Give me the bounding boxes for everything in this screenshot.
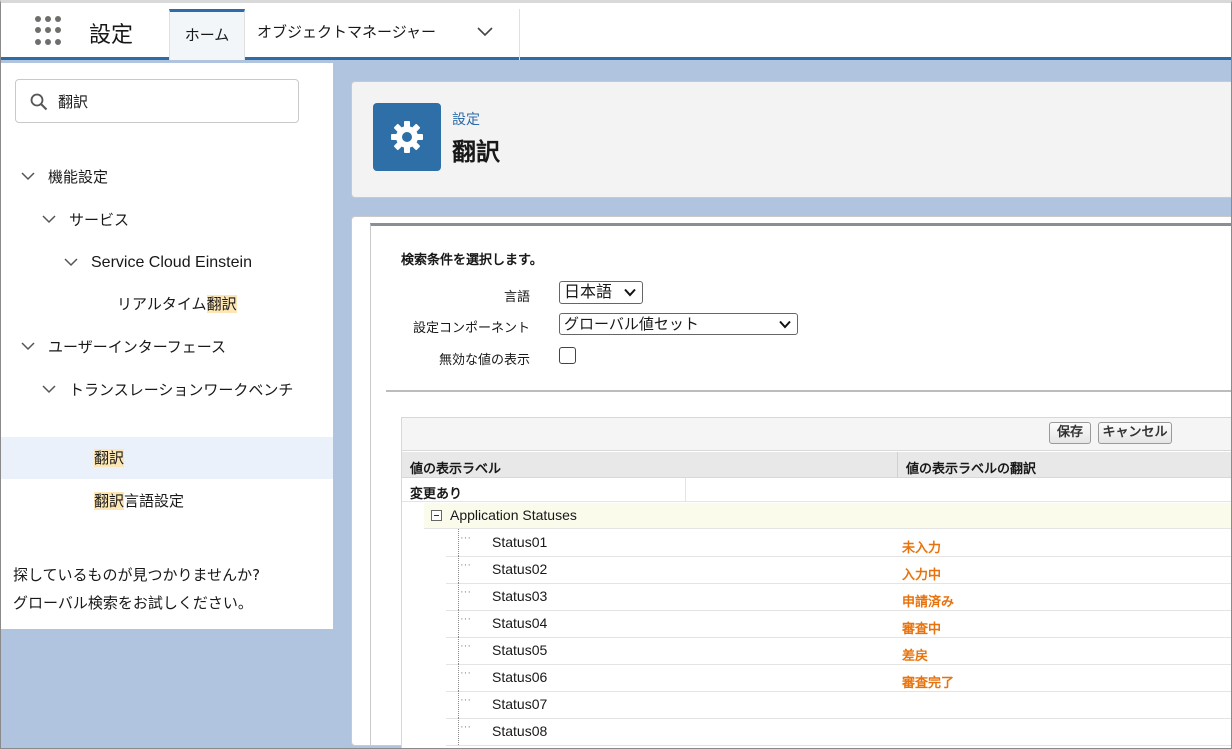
tree-item-translation-workbench[interactable]: トランスレーションワークベンチ [1,380,333,428]
tree-item-feature-settings[interactable]: 機能設定 [1,167,333,193]
changed-filter-row: 変更あり [402,478,1231,502]
translation-panel: 検索条件を選択します。 言語 日本語 設定コンポーネント グローバル値セット 無… [351,216,1231,748]
tree-item-translation-language-settings[interactable]: 翻訳言語設定 [1,491,333,517]
value-label: Status06 [492,669,548,685]
tree-item-label: サービス [69,211,130,229]
translation-value[interactable]: 未入力 [902,537,941,556]
tree-item-label: 翻訳言語設定 [94,492,185,510]
table-row[interactable]: ··· Status05 差戻 [446,637,1231,665]
search-icon [30,93,48,111]
value-label: Status05 [492,642,548,658]
inactive-values-label: 無効な値の表示 [438,353,530,368]
tab-object-manager-label: オブジェクトマネージャー [257,23,436,41]
quick-find-box[interactable] [15,79,299,123]
table-row[interactable]: ··· Status06 審査完了 [446,664,1231,692]
tree-item-label: リアルタイム翻訳 [117,295,237,313]
translation-value[interactable]: 差戻 [902,645,928,664]
tree-item-translate[interactable]: 翻訳 [1,437,333,479]
translation-value[interactable]: 入力中 [902,564,941,583]
chevron-down-icon[interactable] [64,257,78,267]
tree-item-label: ユーザーインターフェース [48,338,227,356]
no-results-hint: 探しているものが見つかりませんか? グローバル検索をお試しください。 [13,566,261,612]
search-highlight: 翻訳 [94,492,125,510]
chevron-down-icon[interactable] [42,214,56,224]
table-row[interactable]: ··· Status02 入力中 [446,556,1231,584]
table-row[interactable]: ··· Status03 申請済み [446,583,1231,611]
value-label: Status01 [492,534,548,550]
tree-item-service-cloud-einstein[interactable]: Service Cloud Einstein [1,253,333,279]
group-row[interactable]: Application Statuses [424,503,1231,529]
value-label: Status04 [492,615,548,631]
inactive-values-checkbox[interactable] [559,347,576,364]
language-select-value: 日本語 [564,282,613,301]
tree-item-label: 翻訳 [94,448,125,468]
table-row[interactable]: ··· Status01 未入力 [446,529,1231,557]
tree-item-service[interactable]: サービス [1,210,333,236]
quick-find-input[interactable] [58,88,288,114]
chevron-down-icon[interactable] [21,341,35,351]
collapse-icon[interactable] [431,510,442,521]
translation-form: 検索条件を選択します。 言語 日本語 設定コンポーネント グローバル値セット 無… [370,223,1231,748]
component-select[interactable]: グローバル値セット [559,313,798,335]
chevron-down-icon [624,288,636,297]
translation-grid: 保存 キャンセル 値の表示ラベル 値の表示ラベルの翻訳 変更あり Applica… [401,417,1231,748]
tree-item-label: 機能設定 [48,168,109,186]
value-label: Status02 [492,561,548,577]
translation-value[interactable]: 審査中 [902,618,941,637]
chevron-down-icon[interactable] [42,384,56,394]
criteria-title: 検索条件を選択します。 [401,253,543,268]
tab-home[interactable]: ホーム [169,9,245,60]
table-row[interactable]: ··· Status08 [446,718,1231,746]
page-title: 翻訳 [452,138,500,166]
changed-label: 変更あり [410,487,463,502]
setup-sidebar: 機能設定 サービス Service Cloud Einstein リアルタイム翻… [1,63,333,629]
group-label: Application Statuses [450,507,577,523]
app-title: 設定 [89,23,134,48]
column-header-label[interactable]: 値の表示ラベル [410,458,501,477]
tree-item-label: トランスレーションワークベンチ [69,381,294,399]
chevron-down-icon [779,320,791,329]
language-select[interactable]: 日本語 [559,281,643,304]
setup-gear-icon [373,103,441,171]
search-highlight: 翻訳 [94,449,125,467]
tree-item-label: Service Cloud Einstein [91,254,252,271]
grid-toolbar: 保存 キャンセル [402,418,1231,451]
cancel-button[interactable]: キャンセル [1098,422,1172,444]
tree-item-user-interface[interactable]: ユーザーインターフェース [1,337,333,363]
tree-item-realtime-translation[interactable]: リアルタイム翻訳 [1,294,333,320]
global-header: 設定 ホーム オブジェクトマネージャー [1,3,1231,60]
save-button[interactable]: 保存 [1049,422,1091,444]
value-label: Status07 [492,696,548,712]
value-label: Status03 [492,588,548,604]
column-header-translation[interactable]: 値の表示ラベルの翻訳 [906,458,1036,477]
table-row[interactable]: ··· Status07 [446,691,1231,719]
grid-header: 値の表示ラベル 値の表示ラベルの翻訳 [402,452,1231,478]
table-row[interactable]: ··· Status04 審査中 [446,610,1231,638]
tab-object-manager[interactable]: オブジェクトマネージャー [245,9,520,60]
language-label: 言語 [503,290,530,305]
divider [386,390,1231,392]
value-label: Status08 [492,723,548,739]
translation-value[interactable]: 審査完了 [902,672,954,691]
chevron-down-icon[interactable] [21,171,35,181]
app-launcher-icon[interactable] [35,16,65,46]
chevron-down-icon[interactable] [477,27,493,37]
app-frame: 設定 ホーム オブジェクトマネージャー 機能設定 [0,0,1232,749]
page-header-card: 設定 翻訳 [351,81,1231,198]
translation-value[interactable]: 申請済み [902,591,954,610]
component-select-value: グローバル値セット [564,315,699,333]
breadcrumb[interactable]: 設定 [452,109,480,129]
search-highlight: 翻訳 [206,295,237,313]
component-label: 設定コンポーネント [412,321,530,336]
